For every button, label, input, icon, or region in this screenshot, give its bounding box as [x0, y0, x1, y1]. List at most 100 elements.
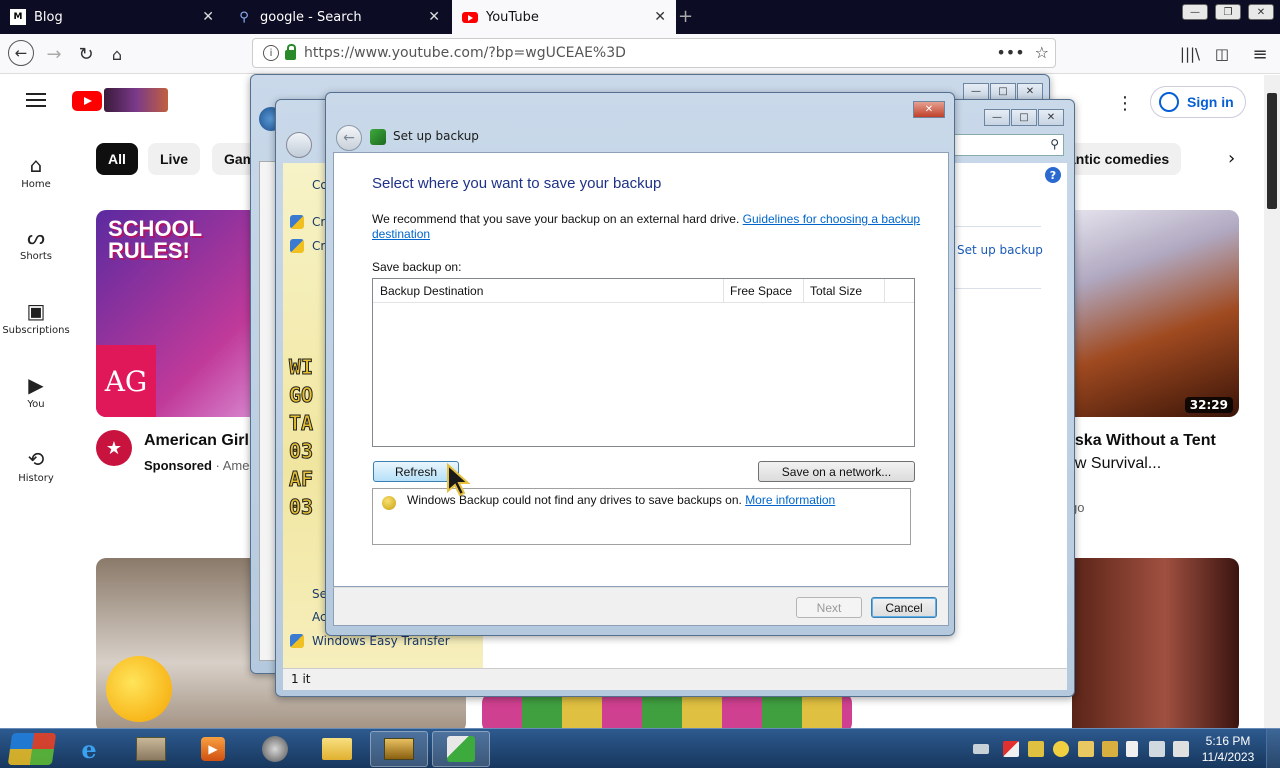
chips-next-chevron-icon[interactable]: › — [1228, 148, 1235, 169]
youtube-favicon-icon — [462, 9, 478, 25]
youtube-doodle[interactable] — [104, 88, 168, 112]
volume-muted-icon[interactable] — [1173, 741, 1189, 757]
chip-live[interactable]: Live — [148, 143, 201, 175]
left-pane-item[interactable]: Cr — [312, 215, 325, 229]
guidelines-link[interactable]: destination — [372, 227, 430, 241]
video-title[interactable]: American Girl I — [144, 432, 258, 450]
you-library-icon: ▶ — [28, 373, 44, 397]
close-tab-icon[interactable]: ✕ — [428, 9, 440, 25]
guidelines-link[interactable]: Guidelines for choosing a backup — [743, 212, 920, 226]
taskbar-internet-explorer[interactable]: e — [60, 731, 118, 767]
column-header-destination[interactable]: Backup Destination — [373, 279, 724, 303]
windows-easy-transfer-link[interactable]: Windows Easy Transfer — [312, 634, 450, 648]
taskbar-backup[interactable] — [432, 731, 490, 767]
minimize-button[interactable]: — — [1182, 4, 1208, 20]
taskbar-control-panel[interactable] — [370, 731, 428, 767]
antivirus-tray-icon[interactable] — [1053, 741, 1069, 757]
blog-favicon-icon: M — [10, 9, 26, 25]
save-on-network-button[interactable]: Save on a network... — [758, 461, 915, 482]
american-girl-logo: AG — [96, 345, 156, 417]
menu-hamburger-icon[interactable]: ≡ — [1248, 42, 1272, 66]
chip-all[interactable]: All — [96, 143, 138, 175]
site-info-icon[interactable]: i — [263, 45, 279, 61]
maximize-button[interactable]: □ — [1011, 109, 1037, 126]
tools-tray-icon[interactable] — [1102, 741, 1118, 757]
video-meta: Sponsored · Amer — [144, 458, 254, 473]
url-bar[interactable]: i https://www.youtube.com/?bp=wgUCEAE%3D… — [252, 38, 1056, 68]
home-icon[interactable]: ⌂ — [105, 42, 129, 66]
tab-youtube[interactable]: YouTube ✕ — [452, 0, 676, 34]
close-button[interactable]: ✕ — [1017, 83, 1043, 100]
browser-toolbar: ← → ↻ ⌂ i https://www.youtube.com/?bp=wg… — [0, 34, 1280, 74]
taskbar-media-player[interactable]: ▶ — [184, 731, 242, 767]
new-tab-icon[interactable]: + — [678, 6, 693, 27]
page-scrollbar[interactable] — [1264, 75, 1280, 728]
video-thumbnail[interactable] — [482, 693, 852, 728]
library-icon[interactable]: |||\ — [1178, 42, 1202, 66]
settings-kebab-icon[interactable]: ⋮ — [1116, 93, 1134, 114]
guide-menu-icon[interactable] — [26, 93, 46, 107]
scrollbar-thumb[interactable] — [1267, 93, 1277, 209]
search-box[interactable]: ⚲ — [952, 134, 1064, 156]
clock[interactable]: 5:16 PM 11/4/2023 — [1198, 733, 1258, 765]
app-tray-icon[interactable] — [1078, 741, 1094, 757]
show-desktop-button[interactable] — [1266, 729, 1280, 768]
minimize-button[interactable]: — — [963, 83, 989, 100]
close-tab-icon[interactable]: ✕ — [654, 9, 666, 25]
close-button[interactable]: ✕ — [1038, 109, 1064, 126]
maximize-button[interactable]: □ — [990, 83, 1016, 100]
video-title-line2[interactable]: ow Survival... — [1066, 455, 1161, 473]
youtube-logo-icon[interactable] — [72, 91, 102, 111]
sidebar-item-you[interactable]: ▶ You — [0, 373, 72, 410]
dialog-close-button[interactable]: ✕ — [913, 101, 945, 118]
left-pane-item[interactable]: Cr — [312, 239, 325, 253]
taskbar-file-explorer[interactable] — [308, 731, 366, 767]
sidebar-toggle-icon[interactable]: ◫ — [1210, 42, 1234, 66]
backup-destination-list[interactable]: Backup Destination Free Space Total Size — [372, 278, 915, 447]
bookmark-star-icon[interactable]: ☆ — [1035, 43, 1049, 62]
taskbar-app-2[interactable] — [122, 731, 180, 767]
back-arrow-icon[interactable]: ← — [336, 125, 362, 151]
sign-in-button[interactable]: Sign in — [1150, 86, 1246, 118]
next-button[interactable]: Next — [796, 597, 862, 618]
back-arrow-icon[interactable] — [286, 132, 312, 158]
clock-time: 5:16 PM — [1205, 734, 1251, 748]
start-button[interactable] — [2, 729, 58, 768]
url-text[interactable]: https://www.youtube.com/?bp=wgUCEAE%3D — [304, 45, 626, 61]
recommendation-text: We recommend that you save your backup o… — [372, 212, 932, 242]
minimize-button[interactable]: — — [984, 109, 1010, 126]
tab-blog[interactable]: M Blog ✕ — [0, 0, 224, 34]
restore-button[interactable]: ❐ — [1215, 4, 1241, 20]
video-title-line1[interactable]: aska Without a Tent — [1066, 432, 1216, 450]
taskbar: e ▶ 5:16 PM 11/4/2023 — [0, 728, 1280, 768]
sidebar-item-home[interactable]: ⌂ Home — [0, 153, 72, 190]
taskbar-app-4[interactable] — [246, 731, 304, 767]
back-arrow-icon[interactable]: ← — [8, 40, 34, 66]
flag-tray-icon[interactable] — [1126, 741, 1138, 757]
column-header-free-space[interactable]: Free Space — [724, 279, 804, 303]
security-tray-icon[interactable] — [1028, 741, 1044, 757]
close-tab-icon[interactable]: ✕ — [202, 9, 214, 25]
more-information-link[interactable]: More information — [745, 493, 835, 507]
tab-google-search[interactable]: ⚲ google - Search ✕ — [226, 0, 450, 34]
column-header-total-size[interactable]: Total Size — [804, 279, 885, 303]
cancel-button[interactable]: Cancel — [871, 597, 937, 618]
video-thumbnail[interactable]: 32:29 — [1060, 210, 1239, 417]
close-window-button[interactable]: ✕ — [1248, 4, 1274, 20]
keyboard-icon[interactable] — [973, 744, 989, 754]
sidebar-item-history[interactable]: ⟲ History — [0, 447, 72, 484]
set-up-backup-link[interactable]: Set up backup — [957, 243, 1043, 257]
shorts-icon: ᔕ — [27, 225, 45, 249]
page-actions-icon[interactable]: ••• — [996, 43, 1024, 62]
tab-title: YouTube — [486, 9, 539, 25]
shield-tray-icon[interactable] — [1003, 741, 1019, 757]
lock-icon — [285, 44, 296, 60]
forward-arrow-icon[interactable]: → — [42, 42, 66, 66]
sidebar-item-shorts[interactable]: ᔕ Shorts — [0, 225, 72, 262]
sidebar-item-subscriptions[interactable]: ▣ Subscriptions — [0, 299, 72, 336]
network-tray-icon[interactable] — [1149, 741, 1165, 757]
windows-logo-icon — [7, 733, 57, 765]
help-icon[interactable]: ? — [1045, 167, 1061, 183]
reload-icon[interactable]: ↻ — [74, 42, 98, 66]
channel-avatar[interactable]: ★ — [96, 430, 132, 466]
